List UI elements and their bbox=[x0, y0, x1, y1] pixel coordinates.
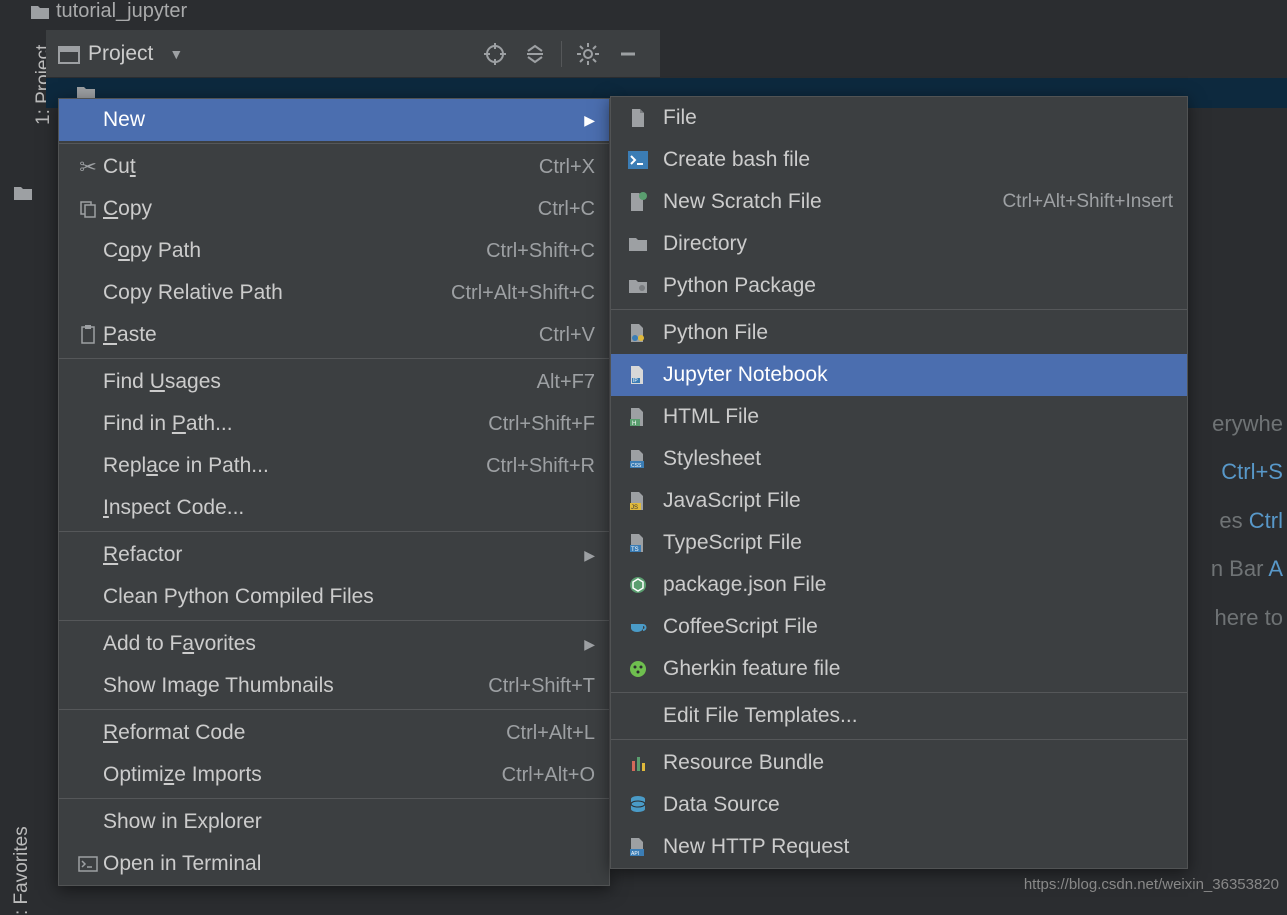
project-view-dropdown[interactable]: Project ▼ bbox=[58, 42, 183, 66]
terminal-icon bbox=[73, 856, 103, 872]
window-icon bbox=[58, 46, 78, 62]
menu-show-in-explorer[interactable]: Show in Explorer bbox=[59, 801, 609, 843]
submenu-http-request[interactable]: APINew HTTP Request bbox=[611, 826, 1187, 868]
menu-clean-pyc[interactable]: Clean Python Compiled Files bbox=[59, 576, 609, 618]
css-icon: CSS bbox=[625, 449, 651, 469]
npm-icon bbox=[625, 576, 651, 594]
submenu-typescript-file[interactable]: TSTypeScript File bbox=[611, 522, 1187, 564]
context-menu: New▶ ✂CutCtrl+X CopyCtrl+C Copy PathCtrl… bbox=[58, 98, 610, 886]
menu-open-in-terminal[interactable]: Open in Terminal bbox=[59, 843, 609, 885]
js-icon: JS bbox=[625, 491, 651, 511]
menu-optimize-imports[interactable]: Optimize ImportsCtrl+Alt+O bbox=[59, 754, 609, 796]
separator bbox=[59, 143, 609, 144]
submenu-file[interactable]: File bbox=[611, 97, 1187, 139]
title-bar: tutorial_jupyter bbox=[0, 0, 1287, 22]
folder-icon bbox=[30, 4, 48, 18]
submenu-python-file[interactable]: Python File bbox=[611, 312, 1187, 354]
database-icon bbox=[625, 795, 651, 815]
bash-icon bbox=[625, 151, 651, 169]
http-icon: API bbox=[625, 837, 651, 857]
menu-copy[interactable]: CopyCtrl+C bbox=[59, 188, 609, 230]
menu-copy-path[interactable]: Copy PathCtrl+Shift+C bbox=[59, 230, 609, 272]
menu-new[interactable]: New▶ bbox=[59, 99, 609, 141]
svg-text:JS: JS bbox=[631, 505, 638, 511]
menu-cut[interactable]: ✂CutCtrl+X bbox=[59, 146, 609, 188]
sidebar-tab-favorites[interactable]: : Favorites bbox=[11, 826, 33, 915]
submenu-resource-bundle[interactable]: Resource Bundle bbox=[611, 742, 1187, 784]
submenu-stylesheet[interactable]: CSSStylesheet bbox=[611, 438, 1187, 480]
menu-add-favorites[interactable]: Add to Favorites▶ bbox=[59, 623, 609, 665]
menu-find-usages[interactable]: Find UsagesAlt+F7 bbox=[59, 361, 609, 403]
menu-show-thumbnails[interactable]: Show Image ThumbnailsCtrl+Shift+T bbox=[59, 665, 609, 707]
jupyter-icon: IP bbox=[625, 365, 651, 385]
submenu-data-source[interactable]: Data Source bbox=[611, 784, 1187, 826]
menu-reformat-code[interactable]: Reformat CodeCtrl+Alt+L bbox=[59, 712, 609, 754]
chevron-down-icon: ▼ bbox=[169, 46, 183, 62]
clipboard-icon bbox=[73, 325, 103, 345]
html-icon: H bbox=[625, 407, 651, 427]
chevron-right-icon: ▶ bbox=[584, 636, 595, 653]
separator bbox=[59, 709, 609, 710]
submenu-python-package[interactable]: Python Package bbox=[611, 265, 1187, 307]
svg-text:CSS: CSS bbox=[631, 463, 642, 469]
submenu-html-file[interactable]: HHTML File bbox=[611, 396, 1187, 438]
menu-paste[interactable]: PasteCtrl+V bbox=[59, 314, 609, 356]
minimize-icon[interactable] bbox=[614, 40, 642, 68]
collapse-all-icon[interactable] bbox=[521, 40, 549, 68]
separator bbox=[611, 739, 1187, 740]
chevron-right-icon: ▶ bbox=[584, 547, 595, 564]
menu-refactor[interactable]: Refactor▶ bbox=[59, 534, 609, 576]
project-view-label: Project bbox=[88, 42, 153, 66]
submenu-scratch[interactable]: New Scratch FileCtrl+Alt+Shift+Insert bbox=[611, 181, 1187, 223]
project-structure-icon[interactable] bbox=[13, 185, 33, 201]
menu-inspect-code[interactable]: Inspect Code... bbox=[59, 487, 609, 529]
separator bbox=[59, 531, 609, 532]
menu-copy-relative-path[interactable]: Copy Relative PathCtrl+Alt+Shift+C bbox=[59, 272, 609, 314]
chevron-right-icon: ▶ bbox=[584, 112, 595, 129]
left-gutter: 1: Project : Favorites bbox=[0, 30, 45, 905]
svg-text:API: API bbox=[631, 851, 639, 857]
menu-replace-in-path[interactable]: Replace in Path...Ctrl+Shift+R bbox=[59, 445, 609, 487]
submenu-bash[interactable]: Create bash file bbox=[611, 139, 1187, 181]
python-icon bbox=[625, 323, 651, 343]
separator bbox=[59, 798, 609, 799]
submenu-package-json[interactable]: package.json File bbox=[611, 564, 1187, 606]
separator bbox=[59, 620, 609, 621]
gherkin-icon bbox=[625, 660, 651, 678]
submenu-directory[interactable]: Directory bbox=[611, 223, 1187, 265]
window-title: tutorial_jupyter bbox=[56, 0, 187, 23]
bundle-icon bbox=[625, 753, 651, 773]
scratch-file-icon bbox=[625, 192, 651, 212]
submenu-javascript-file[interactable]: JSJavaScript File bbox=[611, 480, 1187, 522]
locate-icon[interactable] bbox=[481, 40, 509, 68]
separator bbox=[611, 309, 1187, 310]
coffee-icon bbox=[625, 618, 651, 636]
svg-text:H: H bbox=[632, 421, 636, 427]
gear-icon[interactable] bbox=[574, 40, 602, 68]
submenu-gherkin-file[interactable]: Gherkin feature file bbox=[611, 648, 1187, 690]
ts-icon: TS bbox=[625, 533, 651, 553]
separator bbox=[611, 692, 1187, 693]
package-icon bbox=[625, 278, 651, 294]
submenu-edit-file-templates[interactable]: Edit File Templates... bbox=[611, 695, 1187, 737]
separator bbox=[561, 41, 562, 67]
scissors-icon: ✂ bbox=[73, 155, 103, 180]
submenu-jupyter-notebook[interactable]: IPJupyter Notebook bbox=[611, 354, 1187, 396]
copy-icon bbox=[73, 200, 103, 218]
svg-text:IP: IP bbox=[633, 378, 638, 384]
svg-text:TS: TS bbox=[631, 547, 639, 553]
new-submenu: File Create bash file New Scratch FileCt… bbox=[610, 96, 1188, 869]
separator bbox=[59, 358, 609, 359]
file-icon bbox=[625, 108, 651, 128]
submenu-coffeescript-file[interactable]: CoffeeScript File bbox=[611, 606, 1187, 648]
background-hints: erywhe Ctrl+S es Ctrl n Bar A here to bbox=[1211, 400, 1287, 642]
watermark: https://blog.csdn.net/weixin_36353820 bbox=[1024, 876, 1279, 893]
menu-find-in-path[interactable]: Find in Path...Ctrl+Shift+F bbox=[59, 403, 609, 445]
folder-icon bbox=[625, 236, 651, 252]
